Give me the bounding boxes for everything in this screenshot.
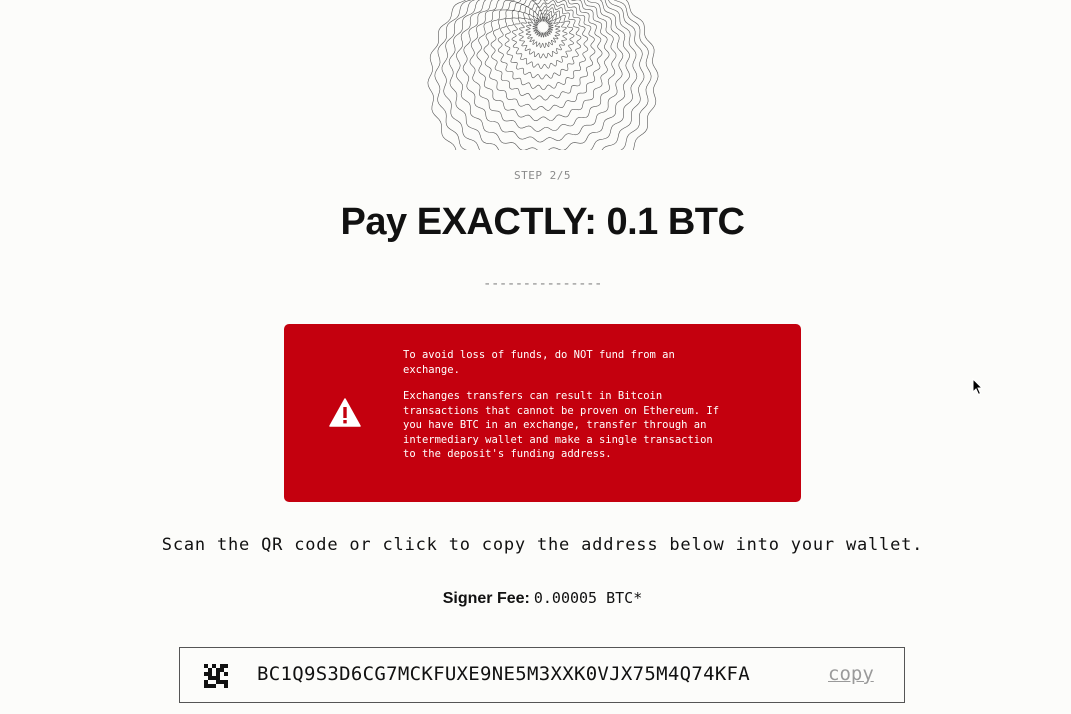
signer-fee-value: 0.00005 BTC*	[533, 589, 643, 607]
warning-paragraph-2: Exchanges transfers can result in Bitcoi…	[403, 390, 720, 460]
signer-fee: Signer Fee: 0.00005 BTC*	[0, 589, 1071, 608]
instruction-text: Scan the QR code or click to copy the ad…	[161, 535, 924, 555]
deposit-address[interactable]: BC1Q9S3D6CG7MCKFUXE9NE5M3XXK0VJX75M4Q74K…	[257, 663, 750, 685]
warning-triangle-icon	[329, 398, 361, 427]
mouse-cursor-icon	[972, 378, 984, 396]
warning-paragraph-1: To avoid loss of funds, do NOT fund from…	[403, 349, 675, 376]
warning-banner: To avoid loss of funds, do NOT fund from…	[284, 324, 801, 502]
deposit-address-box[interactable]: BC1Q9S3D6CG7MCKFUXE9NE5M3XXK0VJX75M4Q74K…	[179, 647, 905, 703]
divider: ---------------	[483, 276, 602, 292]
deposit-payment-page: STEP 2/5 Pay EXACTLY: 0.1 BTC ----------…	[0, 0, 1071, 714]
qr-code-icon[interactable]	[204, 664, 228, 688]
copy-address-link[interactable]: copy	[828, 663, 874, 685]
signer-fee-label: Signer Fee:	[442, 590, 530, 607]
spiral-pattern-illustration	[427, 0, 659, 150]
warning-text: To avoid loss of funds, do NOT fund from…	[403, 348, 723, 474]
step-indicator: STEP 2/5	[514, 169, 571, 182]
page-title: Pay EXACTLY: 0.1 BTC	[340, 201, 745, 243]
